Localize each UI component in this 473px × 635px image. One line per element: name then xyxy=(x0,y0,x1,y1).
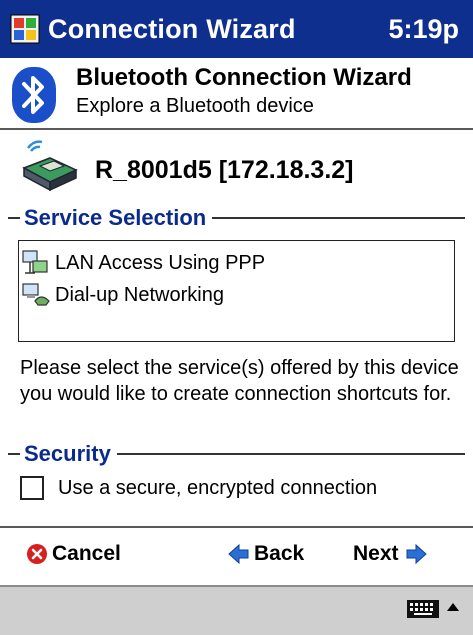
cancel-button[interactable]: Cancel xyxy=(26,538,121,570)
wireless-device-icon xyxy=(22,140,78,192)
back-arrow-icon xyxy=(228,543,249,565)
next-arrow-icon xyxy=(406,543,427,565)
divider xyxy=(8,217,20,219)
cancel-label: Cancel xyxy=(52,542,121,565)
header-subtitle: Explore a Bluetooth device xyxy=(76,95,314,117)
secure-connection-label[interactable]: Use a secure, encrypted connection xyxy=(58,477,377,500)
security-label: Security xyxy=(24,441,111,466)
back-label: Back xyxy=(254,542,305,565)
cancel-icon xyxy=(27,544,47,564)
device-row: R_8001d5 [172.18.3.2] xyxy=(0,136,473,200)
service-item-label: LAN Access Using PPP xyxy=(55,251,266,274)
lan-access-icon xyxy=(22,250,48,274)
divider xyxy=(212,217,465,219)
service-list[interactable]: LAN Access Using PPP Dial-up Networking xyxy=(18,240,455,342)
title-bar: Connection Wizard 5:19p xyxy=(0,0,473,58)
divider xyxy=(8,453,20,455)
device-name: R_8001d5 [172.18.3.2] xyxy=(95,156,354,184)
security-heading: Security xyxy=(8,441,465,467)
header-title: Bluetooth Connection Wizard xyxy=(76,64,412,91)
service-item-label: Dial-up Networking xyxy=(55,283,224,306)
input-menu-arrow-icon[interactable] xyxy=(446,601,460,613)
windows-flag-icon[interactable] xyxy=(10,14,40,44)
divider xyxy=(116,453,465,455)
keyboard-icon[interactable] xyxy=(406,597,440,621)
service-item-dialup[interactable]: Dial-up Networking xyxy=(19,279,454,311)
next-label: Next xyxy=(353,542,399,565)
dialup-icon xyxy=(22,283,50,306)
next-button[interactable]: Next xyxy=(353,538,427,570)
service-selection-heading: Service Selection xyxy=(8,205,465,231)
back-button[interactable]: Back xyxy=(228,538,304,570)
instructions-text: Please select the service(s) offered by … xyxy=(20,357,459,405)
bluetooth-icon xyxy=(12,67,56,123)
secure-connection-checkbox[interactable] xyxy=(20,476,44,500)
wizard-header: Bluetooth Connection Wizard Explore a Bl… xyxy=(0,58,473,130)
footer-divider xyxy=(0,526,473,528)
service-item-lan-access[interactable]: LAN Access Using PPP xyxy=(19,247,454,279)
menu-bar xyxy=(0,585,473,635)
window-title: Connection Wizard xyxy=(48,13,296,44)
clock[interactable]: 5:19p xyxy=(388,14,459,45)
secure-connection-option[interactable]: Use a secure, encrypted connection xyxy=(20,476,377,500)
service-selection-label: Service Selection xyxy=(24,205,207,230)
